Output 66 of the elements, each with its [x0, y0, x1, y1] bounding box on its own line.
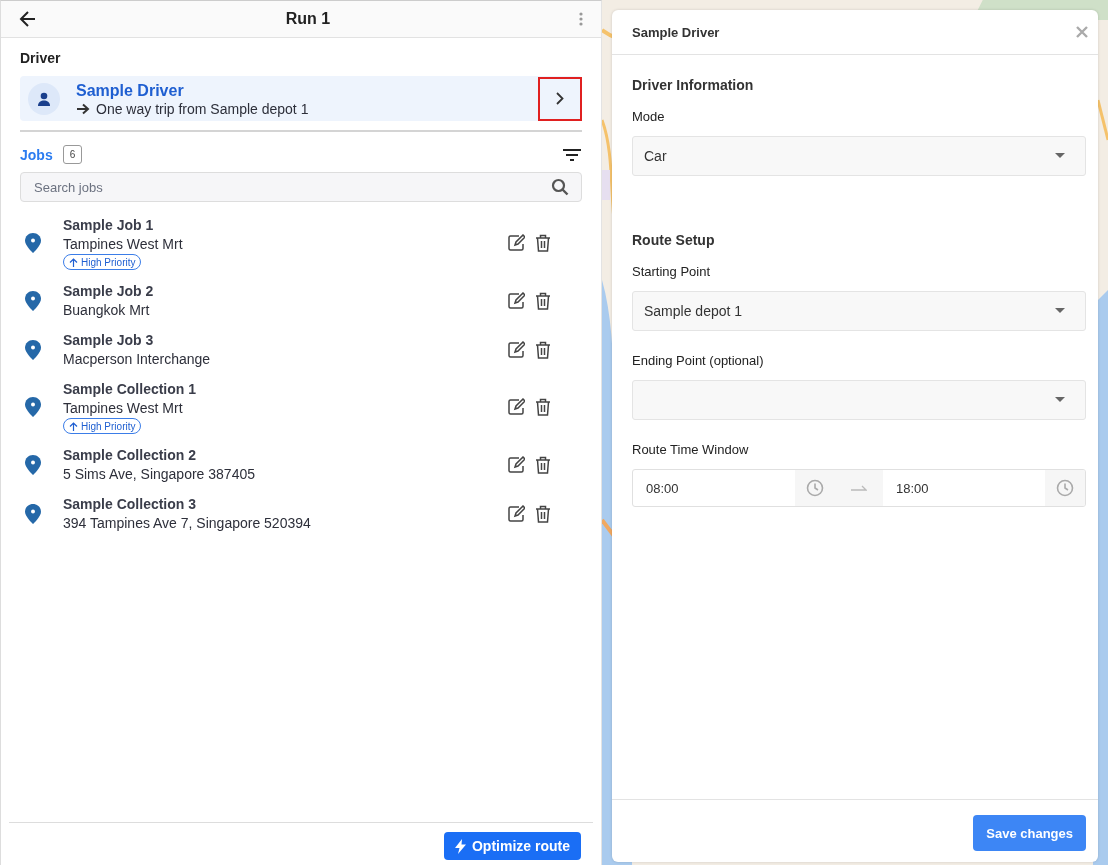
person-icon [37, 91, 51, 106]
edit-icon[interactable] [507, 340, 525, 359]
dropdown-field[interactable]: Sample depot 1 [632, 291, 1086, 331]
save-changes-button[interactable]: Save changes [973, 815, 1086, 851]
section-heading: Driver Information [632, 77, 755, 93]
page-title: Run 1 [284, 10, 332, 28]
field-label: Route Time Window [632, 442, 750, 457]
driver-name: Sample Driver [76, 80, 185, 101]
driver-card[interactable]: Sample Driver One way trip from Sample depot 1 [20, 76, 582, 121]
location-pin-icon [25, 339, 41, 360]
field-label: Ending Point (optional) [632, 353, 765, 368]
location-pin-icon [25, 397, 41, 417]
optimize-route-button[interactable]: Optimize route [444, 832, 581, 860]
edit-icon[interactable] [507, 291, 525, 310]
chevron-button[interactable] [538, 76, 582, 121]
jobs-tab[interactable]: Jobs [20, 146, 53, 163]
location-pin-icon [25, 503, 41, 524]
edit-icon[interactable] [507, 234, 525, 252]
arrow-up-icon [69, 421, 78, 431]
dropdown-field[interactable]: Car [632, 136, 1086, 176]
lightning-icon [455, 838, 466, 854]
more-icon[interactable] [579, 12, 583, 26]
section-label: Driver [20, 50, 62, 66]
back-arrow-icon[interactable] [19, 10, 37, 28]
trash-icon[interactable] [535, 455, 551, 474]
start-time-field[interactable]: 08:00 [633, 480, 795, 496]
job-name[interactable]: Sample Collection 2 [63, 446, 507, 465]
field-label: Starting Point [632, 264, 712, 279]
trash-icon[interactable] [535, 234, 551, 252]
job-address: Macperson Interchange [63, 350, 212, 368]
job-name[interactable]: Sample Collection 3 [63, 495, 507, 514]
edit-icon[interactable] [507, 504, 525, 523]
job-address: Buangkok Mrt [63, 301, 151, 319]
job-address: 5 Sims Ave, Singapore 387405 [63, 465, 256, 483]
arrow-up-icon [69, 257, 78, 267]
search-icon[interactable] [551, 178, 569, 196]
edit-icon[interactable] [507, 398, 525, 416]
job-name[interactable]: Sample Job 1 [63, 216, 507, 235]
job-address: Tampines West Mrt [63, 235, 184, 253]
job-address: Tampines West Mrt [63, 399, 184, 417]
location-pin-icon [25, 290, 41, 311]
location-pin-icon [25, 233, 41, 253]
trash-icon[interactable] [535, 398, 551, 416]
location-pin-icon [25, 454, 41, 475]
filter-icon[interactable] [562, 147, 582, 162]
field-label: Mode [632, 109, 666, 124]
arrow-right-icon [76, 102, 90, 115]
job-name[interactable]: Sample Collection 1 [63, 380, 507, 399]
dropdown-caret-icon [1055, 153, 1065, 159]
dropdown-field[interactable] [632, 380, 1086, 420]
trash-icon[interactable] [535, 340, 551, 359]
section-heading: Route Setup [632, 232, 716, 248]
trash-icon[interactable] [535, 504, 551, 523]
end-time-field[interactable]: 18:00 [883, 480, 1045, 496]
search-field[interactable]: Search jobs [20, 172, 582, 202]
dialog-title: Sample Driver [632, 24, 721, 40]
job-address: 394 Tampines Ave 7, Singapore 520394 [63, 514, 312, 532]
edit-icon[interactable] [507, 455, 525, 474]
dropdown-caret-icon [1055, 397, 1065, 403]
chevron-right-icon [556, 92, 564, 105]
trip-description: One way trip from Sample depot 1 [96, 100, 309, 117]
job-name[interactable]: Sample Job 3 [63, 331, 507, 350]
dropdown-caret-icon [1055, 308, 1065, 314]
trash-icon[interactable] [535, 291, 551, 310]
count-badge: 6 [62, 145, 83, 164]
job-name[interactable]: Sample Job 2 [63, 282, 507, 301]
